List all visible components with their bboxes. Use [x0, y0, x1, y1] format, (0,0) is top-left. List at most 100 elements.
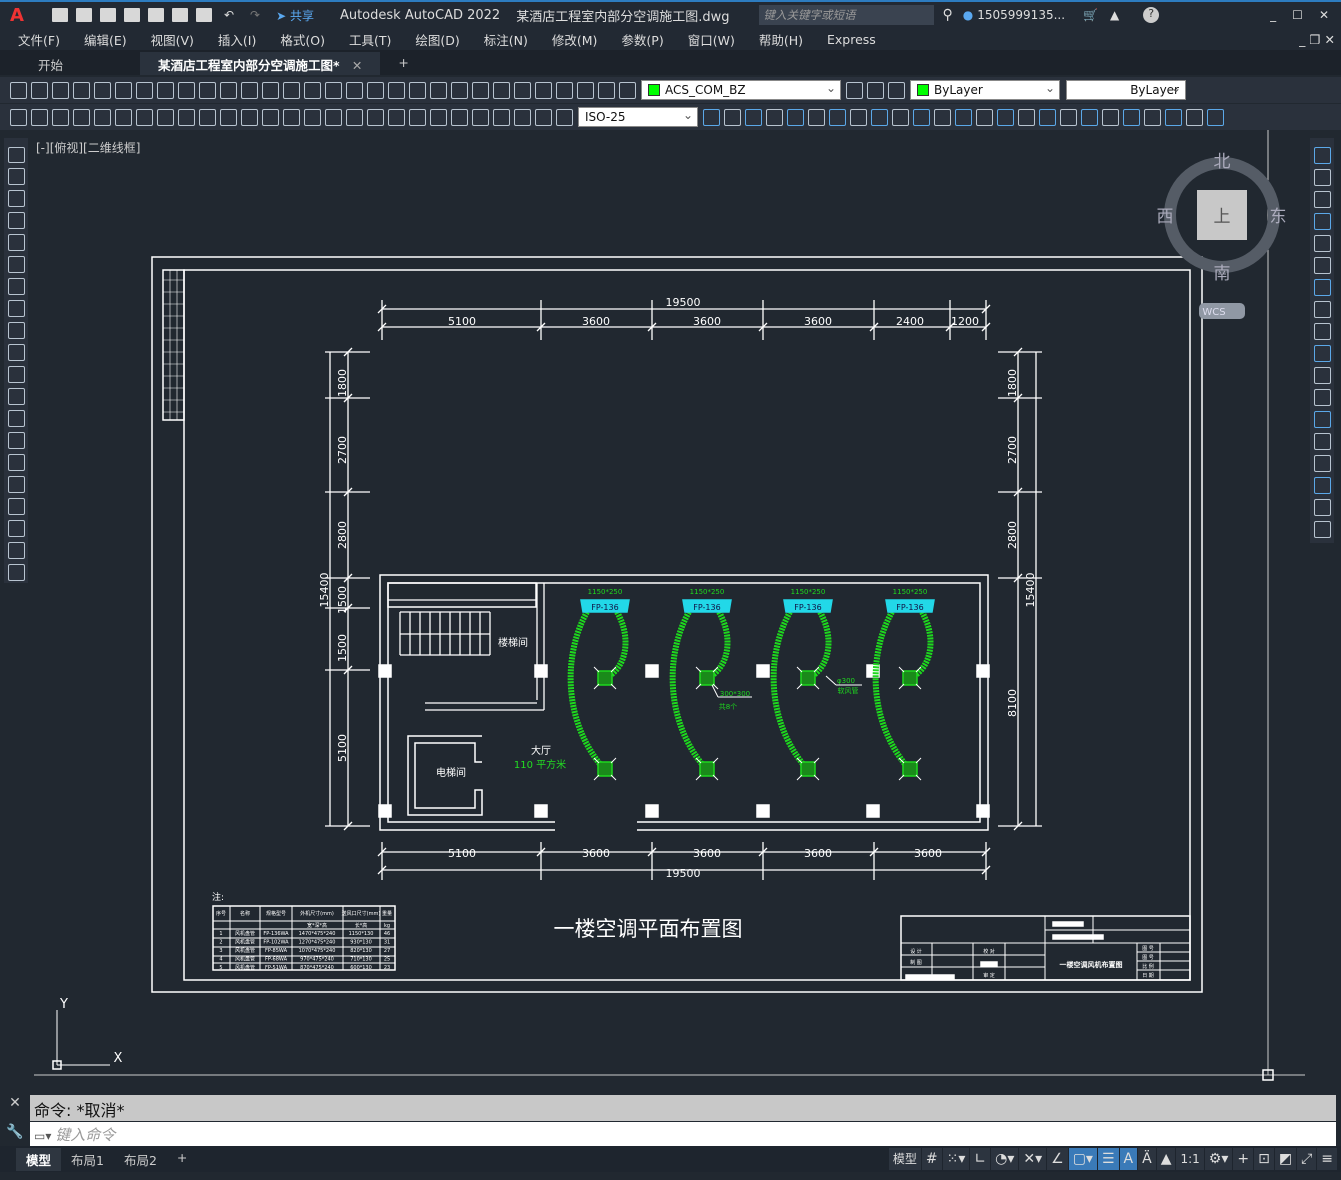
tool-icon[interactable] [1060, 108, 1077, 126]
tab-start[interactable]: 开始 [20, 52, 140, 75]
tool-icon[interactable] [934, 108, 951, 126]
tool-icon[interactable] [846, 81, 863, 99]
tool-icon[interactable] [1313, 520, 1331, 538]
tool-icon[interactable] [871, 108, 888, 126]
autoscale-icon[interactable]: Ä [1138, 1148, 1156, 1170]
tool-icon[interactable] [7, 212, 25, 230]
tool-icon[interactable] [1313, 256, 1331, 274]
tool-icon[interactable] [850, 108, 867, 126]
tool-icon[interactable] [94, 108, 111, 126]
menu-item[interactable]: 编辑(E) [84, 30, 127, 49]
annotation-scale-icon[interactable]: ▲ [1156, 1148, 1176, 1170]
tool-icon[interactable] [1313, 212, 1331, 230]
tool-icon[interactable] [1313, 234, 1331, 252]
dimstyle-dropdown[interactable]: ISO-25 [578, 107, 698, 127]
tool-icon[interactable] [409, 81, 426, 99]
tool-icon[interactable] [703, 108, 720, 126]
tool-icon[interactable] [829, 108, 846, 126]
redo-icon[interactable]: ↷ [250, 8, 260, 22]
fullscreen-icon[interactable]: ⤢ [1297, 1148, 1317, 1170]
tool-icon[interactable] [388, 108, 405, 126]
tool-icon[interactable] [7, 519, 25, 537]
menu-item[interactable]: 帮助(H) [759, 30, 803, 49]
tool-icon[interactable] [892, 108, 909, 126]
document-window-controls[interactable]: _ ❐ ✕ [1299, 32, 1335, 47]
drawing-canvas[interactable]: 195005100 3600 3600 3600 2400 12005100 3600 360… [0, 0, 1341, 1180]
menu-item[interactable]: 绘图(D) [415, 30, 459, 49]
grid-icon[interactable]: # [921, 1148, 942, 1170]
user-account[interactable]: 1505999135... [977, 8, 1065, 22]
tool-icon[interactable] [7, 431, 25, 449]
tool-icon[interactable] [304, 108, 321, 126]
menu-item[interactable]: 标注(N) [484, 30, 528, 49]
tool-icon[interactable] [31, 108, 48, 126]
tool-icon[interactable] [1165, 108, 1182, 126]
tool-icon[interactable] [1144, 108, 1161, 126]
customization-menu-icon[interactable]: ≡ [1317, 1148, 1337, 1170]
tool-icon[interactable] [178, 108, 195, 126]
tool-icon[interactable] [283, 108, 300, 126]
tool-icon[interactable] [493, 108, 510, 126]
tool-icon[interactable] [7, 168, 25, 186]
model-space-button[interactable]: 模型 [888, 1148, 921, 1170]
tool-icon[interactable] [1186, 108, 1203, 126]
tool-icon[interactable] [7, 409, 25, 427]
annotation-monitor-icon[interactable]: + [1233, 1148, 1254, 1170]
tool-icon[interactable] [10, 108, 27, 126]
close-button[interactable]: ✕ [1311, 8, 1341, 22]
tool-icon[interactable] [1313, 366, 1331, 384]
workspace-gear-icon[interactable]: ⚙▾ [1204, 1148, 1233, 1170]
tool-icon[interactable] [535, 81, 552, 99]
tool-icon[interactable] [1313, 278, 1331, 296]
tool-icon[interactable] [514, 81, 531, 99]
mobile-save-icon[interactable] [171, 8, 188, 22]
annotation-scale-value[interactable]: 1:1 [1176, 1148, 1204, 1170]
tool-icon[interactable] [745, 108, 762, 126]
tool-icon[interactable] [220, 81, 237, 99]
tool-icon[interactable] [52, 108, 69, 126]
command-close-icon[interactable]: ✕ [4, 1095, 26, 1111]
tool-icon[interactable] [577, 81, 594, 99]
menu-item[interactable]: 窗口(W) [688, 30, 735, 49]
tool-icon[interactable] [367, 81, 384, 99]
tool-icon[interactable] [7, 344, 25, 362]
tool-icon[interactable] [1313, 476, 1331, 494]
annotation-visibility-icon[interactable]: A [1119, 1148, 1138, 1170]
tool-icon[interactable] [472, 81, 489, 99]
app-logo[interactable]: A [10, 5, 24, 26]
save-icon[interactable] [99, 8, 116, 22]
tool-icon[interactable] [1123, 108, 1140, 126]
viewcube[interactable] [1164, 157, 1280, 319]
menu-item[interactable]: 文件(F) [18, 30, 60, 49]
tool-icon[interactable] [535, 108, 552, 126]
menu-item[interactable]: 工具(T) [349, 30, 391, 49]
tool-icon[interactable] [262, 108, 279, 126]
tool-icon[interactable] [7, 234, 25, 252]
maximize-button[interactable]: ☐ [1284, 8, 1311, 22]
tool-icon[interactable] [1207, 108, 1224, 126]
tool-icon[interactable] [409, 108, 426, 126]
osnap-tracking-icon[interactable]: ∠ [1047, 1148, 1068, 1170]
menu-item[interactable]: Express [827, 32, 876, 47]
tool-icon[interactable] [1313, 300, 1331, 318]
tool-icon[interactable] [451, 81, 468, 99]
tool-icon[interactable] [7, 453, 25, 471]
tool-icon[interactable] [136, 81, 153, 99]
tool-icon[interactable] [1102, 108, 1119, 126]
units-icon[interactable]: ⊡ [1254, 1148, 1274, 1170]
tool-icon[interactable] [325, 108, 342, 126]
tool-icon[interactable] [7, 322, 25, 340]
tool-icon[interactable] [472, 108, 489, 126]
tool-icon[interactable] [493, 81, 510, 99]
tool-icon[interactable] [115, 81, 132, 99]
layer-dropdown[interactable]: ACS_COM_BZ [641, 80, 841, 100]
tool-icon[interactable] [556, 108, 573, 126]
tool-icon[interactable] [888, 81, 905, 99]
tool-icon[interactable] [1313, 168, 1331, 186]
tool-icon[interactable] [94, 81, 111, 99]
tool-icon[interactable] [7, 387, 25, 405]
help-icon[interactable]: ? [1143, 7, 1160, 23]
tool-icon[interactable] [1313, 190, 1331, 208]
tool-icon[interactable] [766, 108, 783, 126]
cart-icon[interactable]: 🛒 [1083, 8, 1098, 22]
